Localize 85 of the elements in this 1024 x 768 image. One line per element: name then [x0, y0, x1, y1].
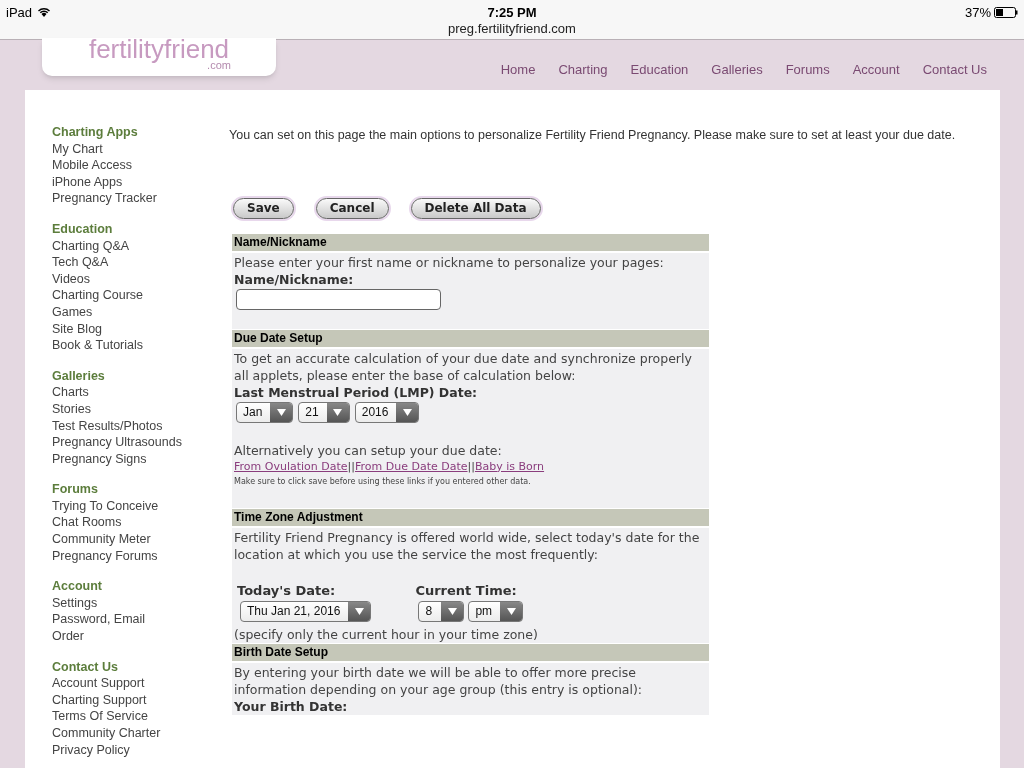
link-separator: || [467, 459, 475, 473]
sidebar-link[interactable]: Chat Rooms [52, 514, 122, 532]
text-link[interactable]: Baby is Born [474, 459, 545, 473]
sidebar-link[interactable]: Pregnancy Signs [52, 450, 147, 468]
wifi-icon [37, 7, 52, 19]
section-header: Due Date Setup [232, 329, 709, 349]
sidebar-link[interactable]: Terms Of Service [52, 708, 148, 725]
section-header: Time Zone Adjustment [232, 508, 709, 528]
sidebar-heading: Galleries [52, 367, 106, 385]
dropdown[interactable]: Jan [236, 401, 294, 423]
sidebar-heading: Contact Us [52, 658, 119, 676]
nav-link[interactable]: Contact Us [922, 60, 987, 80]
field-label: Last Menstrual Period (LMP) Date: [234, 383, 479, 401]
sidebar-heading: Account [52, 578, 103, 595]
dropdown[interactable]: 2016 [354, 401, 420, 423]
sidebar-link[interactable]: Stories [52, 400, 91, 418]
sidebar-link[interactable]: Privacy Policy [52, 741, 130, 759]
sidebar-link[interactable]: My Chart [52, 140, 103, 158]
dropdown[interactable]: pm [468, 600, 524, 622]
nav-link[interactable]: Account [852, 60, 900, 80]
help-text: Please enter your first name or nickname to personalize your pages: [234, 253, 665, 271]
sidebar-link[interactable]: Test Results/Photos [52, 417, 163, 435]
sidebar-link[interactable]: Tech Q&A [52, 254, 109, 271]
sidebar-link[interactable]: Charting Q&A [52, 237, 130, 255]
field-label: Your Birth Date: [234, 697, 349, 715]
section-header: Name/Nickname [232, 233, 709, 253]
dropdown[interactable]: 8 [418, 600, 465, 622]
sidebar-link[interactable]: Charting Course [52, 287, 143, 304]
help-text: By entering your birth date we will be able to offer more precise information depending on your age group (this entry is optional): [234, 663, 644, 698]
sidebar-link[interactable]: Mobile Access [52, 157, 132, 174]
field-label: Current Time: [415, 581, 518, 599]
sidebar-link[interactable]: Charts [52, 384, 89, 401]
form-button[interactable]: Delete All Data [410, 197, 541, 219]
nav-link[interactable]: Home [500, 60, 536, 80]
text-link[interactable]: From Ovulation Date [234, 459, 348, 473]
battery-icon [994, 7, 1018, 19]
clock-time: 7:25 PM [487, 4, 537, 22]
sidebar-link[interactable]: Account Support [52, 675, 145, 692]
device-name: iPad [6, 4, 33, 22]
caret-icon [354, 607, 364, 615]
caret-icon [402, 408, 412, 416]
link-separator: || [347, 459, 355, 473]
nav-link[interactable]: Education [630, 60, 689, 80]
battery-level: 37% [964, 4, 991, 22]
sidebar-link[interactable]: Password, Email [52, 611, 146, 629]
help-text: To get an accurate calculation of your due date and synchronize properly all applets, please enter the base of calculation below: [234, 349, 693, 384]
sidebar-link[interactable]: Community Meter [52, 531, 151, 548]
sidebar-link[interactable]: Order [52, 628, 84, 645]
sidebar-link[interactable]: Games [52, 303, 93, 321]
caret-icon [276, 408, 286, 416]
dropdown[interactable]: 21 [298, 401, 350, 423]
field-label: Today's Date: [237, 581, 337, 599]
sidebar-link[interactable]: iPhone Apps [52, 173, 123, 191]
form-button[interactable]: Save [233, 197, 294, 219]
sidebar-heading: Charting Apps [52, 124, 139, 141]
caret-icon [333, 408, 343, 416]
help-text: (specify only the current hour in your time zone) [234, 625, 539, 643]
sidebar-link[interactable]: Pregnancy Ultrasounds [52, 434, 182, 451]
section-header: Birth Date Setup [232, 643, 709, 663]
nav-link[interactable]: Forums [785, 60, 830, 80]
sidebar-link[interactable]: Community Charter [52, 725, 161, 742]
note-text: Make sure to click save before using these links if you entered other data. [234, 475, 532, 488]
intro-text: You can set on this page the main options to personalize Fertility Friend Pregnancy. Please make sure to set at least your due date. [229, 127, 957, 144]
nav-link[interactable]: Charting [558, 60, 608, 80]
sidebar-link[interactable]: Videos [52, 270, 90, 288]
sidebar-link[interactable]: Pregnancy Forums [52, 547, 158, 565]
sidebar-link[interactable]: Pregnancy Tracker [52, 190, 157, 207]
nav-link[interactable]: Galleries [711, 60, 763, 80]
sidebar-link[interactable]: Charting Support [52, 691, 147, 709]
field-label: Name/Nickname: [234, 270, 355, 288]
sidebar-link[interactable]: Trying To Conceive [52, 497, 159, 515]
sidebar-heading: Forums [52, 481, 99, 498]
address-bar[interactable]: preg.fertilityfriend.com [448, 19, 576, 39]
form-button[interactable]: Cancel [315, 197, 389, 219]
sidebar-link[interactable]: Settings [52, 594, 98, 612]
text-link[interactable]: From Due Date Date [354, 459, 468, 473]
help-text: Alternatively you can setup your due date: [234, 441, 503, 459]
sidebar-link[interactable]: Site Blog [52, 320, 103, 338]
help-text: Fertility Friend Pregnancy is offered world wide, select today's date for the location at which you use the service the most frequently: [234, 528, 701, 563]
caret-icon [506, 607, 516, 615]
sidebar-heading: Education [52, 220, 114, 238]
dropdown[interactable]: Thu Jan 21, 2016 [240, 600, 372, 622]
name-field[interactable] [236, 288, 441, 310]
sidebar-link[interactable]: Book & Tutorials [52, 337, 143, 354]
caret-icon [447, 607, 457, 615]
